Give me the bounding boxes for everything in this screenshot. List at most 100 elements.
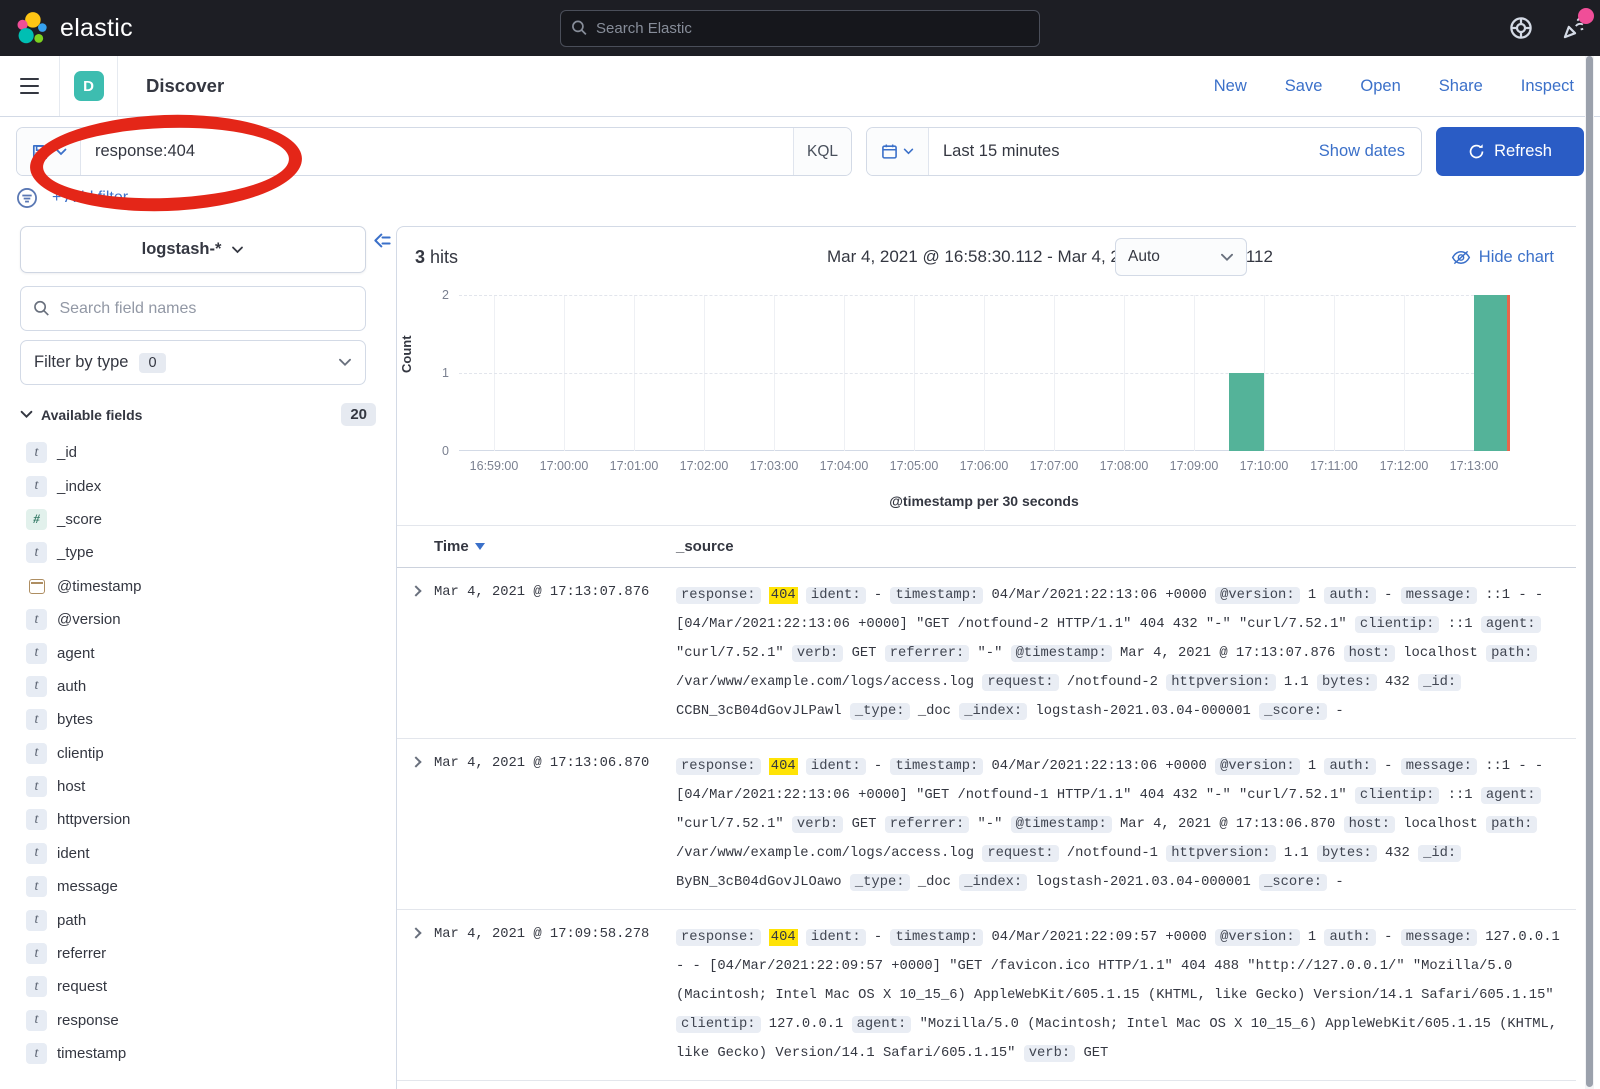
- field-badge: agent:: [852, 1016, 912, 1033]
- field-badge: _score:: [1259, 703, 1327, 720]
- help-icon[interactable]: [1508, 15, 1534, 41]
- hits-counter: 3 hits: [415, 247, 458, 268]
- quick-select-menu-button[interactable]: [867, 128, 929, 175]
- app-header: D Discover New Save Open Share Inspect: [0, 56, 1600, 117]
- field-badge: @timestamp:: [1011, 645, 1112, 662]
- newsfeed-icon[interactable]: [1560, 15, 1586, 41]
- field-item-@version[interactable]: t@version: [20, 603, 376, 636]
- field-item-response[interactable]: tresponse: [20, 1004, 376, 1037]
- field-item-host[interactable]: thost: [20, 770, 376, 803]
- field-item-request[interactable]: trequest: [20, 970, 376, 1003]
- x-tick-label: 17:12:00: [1380, 459, 1429, 473]
- save-button[interactable]: Save: [1285, 77, 1323, 96]
- field-item-_index[interactable]: t_index: [20, 469, 376, 502]
- collapse-sidebar-icon[interactable]: [373, 232, 392, 249]
- kql-language-button[interactable]: KQL: [793, 128, 851, 175]
- x-tick-label: 17:10:00: [1240, 459, 1289, 473]
- field-badge: bytes:: [1317, 674, 1377, 691]
- share-button[interactable]: Share: [1439, 77, 1483, 96]
- histogram-bar[interactable]: [1229, 373, 1264, 451]
- field-item-bytes[interactable]: tbytes: [20, 703, 376, 736]
- chevron-down-icon: [20, 410, 33, 419]
- field-item-referrer[interactable]: treferrer: [20, 937, 376, 970]
- field-item-timestamp[interactable]: ttimestamp: [20, 1037, 376, 1070]
- histogram-bar[interactable]: [1474, 295, 1509, 451]
- field-search[interactable]: [20, 286, 366, 331]
- show-dates-button[interactable]: Show dates: [1303, 128, 1421, 175]
- text-field-icon: t: [26, 843, 47, 864]
- refresh-icon: [1468, 143, 1485, 160]
- expand-row-icon[interactable]: [397, 752, 434, 897]
- field-item-auth[interactable]: tauth: [20, 670, 376, 703]
- query-input[interactable]: [95, 142, 779, 161]
- refresh-button[interactable]: Refresh: [1436, 127, 1584, 176]
- open-button[interactable]: Open: [1360, 77, 1400, 96]
- field-badge: request:: [982, 845, 1058, 862]
- inspect-button[interactable]: Inspect: [1521, 77, 1574, 96]
- field-item-_score[interactable]: #_score: [20, 503, 376, 536]
- field-badge: message:: [1401, 587, 1477, 604]
- x-axis-ticks: 16:59:0017:00:0017:01:0017:02:0017:03:00…: [459, 459, 1509, 477]
- field-badge: auth:: [1324, 929, 1375, 946]
- notification-badge: [1578, 8, 1594, 24]
- field-item-ident[interactable]: tident: [20, 837, 376, 870]
- highlighted-value: 404: [769, 758, 798, 775]
- filter-bar: + Add filter: [0, 184, 1600, 220]
- x-tick-label: 17:11:00: [1310, 459, 1358, 473]
- field-badge: clientip:: [1355, 787, 1440, 804]
- field-name: referrer: [57, 945, 106, 962]
- app-tab-discover[interactable]: D: [60, 56, 118, 116]
- index-pattern-switcher[interactable]: logstash-*: [20, 226, 366, 273]
- field-badge: _type:: [850, 874, 910, 891]
- field-item-path[interactable]: tpath: [20, 903, 376, 936]
- field-badge: host:: [1344, 645, 1395, 662]
- histogram-chart: Count 012 16:59:0017:00:0017:01:0017:02:…: [397, 287, 1576, 519]
- row-source: response: 404 ident: - timestamp: 04/Mar…: [676, 752, 1576, 897]
- time-range-value[interactable]: Last 15 minutes: [929, 128, 1303, 175]
- field-item-_type[interactable]: t_type: [20, 536, 376, 569]
- interval-select[interactable]: Auto: [1115, 238, 1247, 276]
- x-tick-label: 17:05:00: [890, 459, 939, 473]
- field-badge: response:: [676, 929, 761, 946]
- field-search-input[interactable]: [59, 300, 353, 318]
- text-field-icon: t: [26, 809, 47, 830]
- field-name: bytes: [57, 711, 93, 728]
- field-badge: ident:: [806, 929, 866, 946]
- filter-by-type-select[interactable]: Filter by type 0: [20, 340, 366, 385]
- field-badge: agent:: [1481, 616, 1541, 633]
- row-source: response: 404 ident: - timestamp: 04/Mar…: [676, 923, 1576, 1068]
- field-item-_id[interactable]: t _id: [20, 436, 376, 469]
- field-item-clientip[interactable]: tclientip: [20, 737, 376, 770]
- x-tick-label: 17:02:00: [680, 459, 729, 473]
- saved-query-menu-button[interactable]: [17, 128, 81, 175]
- field-name: _id: [57, 444, 77, 461]
- table-row: Mar 4, 2021 @ 17:13:07.876response: 404 …: [397, 568, 1576, 739]
- filter-settings-icon[interactable]: [16, 187, 38, 209]
- global-search[interactable]: [560, 10, 1040, 47]
- x-tick-label: 17:04:00: [820, 459, 869, 473]
- menu-icon[interactable]: [0, 56, 60, 116]
- field-item-httpversion[interactable]: thttpversion: [20, 803, 376, 836]
- elastic-logo[interactable]: elastic: [14, 10, 133, 46]
- expand-row-icon[interactable]: [397, 923, 434, 1068]
- expand-row-icon[interactable]: [397, 581, 434, 726]
- discover-app-badge: D: [74, 71, 104, 101]
- column-header-time[interactable]: Time: [434, 538, 676, 555]
- text-field-icon: t: [26, 976, 47, 997]
- field-item-@timestamp[interactable]: @timestamp: [20, 570, 376, 603]
- page-scrollbar[interactable]: [1585, 56, 1594, 1089]
- number-field-icon: #: [26, 509, 47, 530]
- save-query-icon: [31, 143, 49, 161]
- field-item-message[interactable]: tmessage: [20, 870, 376, 903]
- field-name: path: [57, 912, 86, 929]
- global-search-input[interactable]: [596, 20, 1029, 37]
- add-filter-button[interactable]: + Add filter: [52, 189, 128, 207]
- text-field-icon: t: [26, 910, 47, 931]
- available-fields-header[interactable]: Available fields 20: [20, 403, 376, 426]
- hide-chart-button[interactable]: Hide chart: [1451, 248, 1554, 267]
- fields-sidebar: logstash-* Filter by type 0: [0, 220, 396, 1089]
- new-button[interactable]: New: [1214, 77, 1247, 96]
- field-item-agent[interactable]: tagent: [20, 636, 376, 669]
- text-field-icon: t: [26, 442, 47, 463]
- field-badge: ident:: [806, 758, 866, 775]
